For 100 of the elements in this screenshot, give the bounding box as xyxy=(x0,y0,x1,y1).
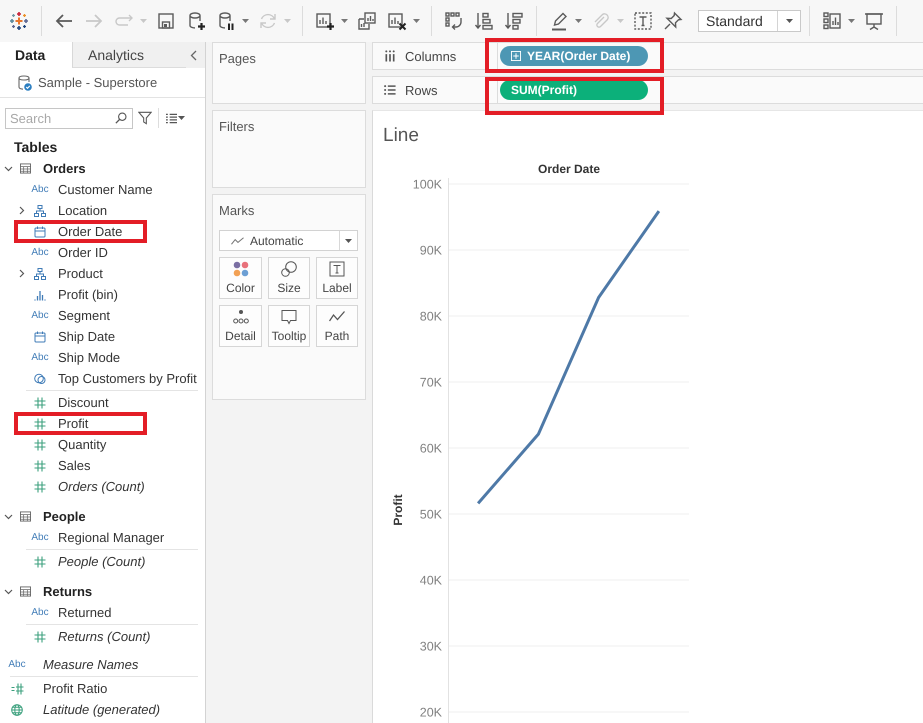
size-circles-icon xyxy=(281,261,297,277)
string-type-label: Abc xyxy=(31,246,49,258)
database-check-icon xyxy=(18,74,32,90)
hash-icon xyxy=(34,418,46,430)
field-item[interactable]: Abc Segment xyxy=(0,305,205,326)
caret-icon[interactable] xyxy=(575,19,582,23)
save-icon[interactable] xyxy=(156,11,176,31)
text-box-icon[interactable] xyxy=(633,11,653,31)
field-item[interactable]: Order Date xyxy=(0,221,205,242)
chevron-down-icon[interactable] xyxy=(4,166,13,172)
cards-chart-icon[interactable] xyxy=(822,11,842,31)
sort-ascending-icon[interactable] xyxy=(474,11,494,31)
field-item[interactable]: Profit Ratio xyxy=(0,678,205,699)
calendar-icon xyxy=(34,226,46,238)
field-item[interactable]: Orders (Count) xyxy=(0,476,205,497)
sheet-title: Line xyxy=(382,124,420,148)
calendar-icon xyxy=(34,330,46,342)
list-view-icon[interactable] xyxy=(165,112,178,124)
table-icon xyxy=(20,511,31,522)
table-item[interactable]: Orders xyxy=(0,158,205,179)
mark-type-dropdown[interactable]: Automatic xyxy=(219,230,358,251)
table-item[interactable]: People xyxy=(0,506,205,527)
pin-icon[interactable] xyxy=(663,11,683,31)
chevron-down-icon[interactable] xyxy=(4,514,13,520)
text-box-icon xyxy=(329,261,345,277)
filter-icon[interactable] xyxy=(138,111,152,125)
field-item[interactable]: People (Count) xyxy=(0,551,205,572)
chevron-right-icon[interactable] xyxy=(19,269,25,278)
field-item[interactable]: Abc Ship Mode xyxy=(0,347,205,368)
caret-icon[interactable] xyxy=(341,19,348,23)
field-item[interactable]: Product xyxy=(0,263,205,284)
string-type-label: Abc xyxy=(8,658,26,670)
color-button[interactable]: Color xyxy=(219,257,262,299)
caret-icon xyxy=(345,238,352,242)
y-tick-label: 60K xyxy=(420,442,442,456)
field-item[interactable]: Quantity xyxy=(0,434,205,455)
chevron-down-icon[interactable] xyxy=(4,588,13,594)
field-item[interactable]: Ship Date xyxy=(0,326,205,347)
y-tick-label: 50K xyxy=(420,508,442,522)
field-item[interactable]: Returns (Count) xyxy=(0,626,205,647)
hash-icon xyxy=(34,480,46,492)
y-tick-label: 20K xyxy=(420,706,442,720)
sort-descending-icon[interactable] xyxy=(504,11,524,31)
chart-plus-icon[interactable] xyxy=(315,11,335,31)
chart-x-icon[interactable] xyxy=(387,11,407,31)
table-item[interactable]: Returns xyxy=(0,581,205,602)
logo-icon[interactable] xyxy=(9,11,29,31)
detail-button[interactable]: Detail xyxy=(219,305,262,347)
field-item[interactable]: Latitude (generated) xyxy=(0,699,205,720)
tables-heading: Tables xyxy=(13,138,58,156)
hash-icon xyxy=(34,438,46,450)
hash-icon xyxy=(34,556,46,568)
shelf-label: Columns xyxy=(405,48,456,64)
field-item[interactable]: Location xyxy=(0,200,205,221)
hash-icon xyxy=(34,460,46,472)
field-item[interactable]: Abc Customer Name xyxy=(0,179,205,200)
chevron-right-icon[interactable] xyxy=(19,206,25,215)
swap-icon[interactable] xyxy=(444,11,464,31)
presentation-icon[interactable] xyxy=(864,11,884,31)
card-title: Filters xyxy=(219,119,254,135)
duplicate-chart-icon[interactable] xyxy=(357,11,377,31)
x-axis-title: Order Date xyxy=(538,162,600,176)
caret-icon xyxy=(786,19,792,23)
caret-icon[interactable] xyxy=(242,19,249,23)
size-button[interactable]: Size xyxy=(268,257,310,299)
caret-icon[interactable] xyxy=(848,19,855,23)
chevron-left-icon[interactable] xyxy=(190,50,197,60)
rows-icon xyxy=(384,84,396,96)
field-item[interactable]: Abc Order ID xyxy=(0,242,205,263)
detail-dots-icon xyxy=(232,309,248,325)
y-axis-title: Profit xyxy=(391,494,405,526)
hash-icon xyxy=(34,396,46,408)
pen-icon[interactable] xyxy=(549,11,569,31)
table-icon xyxy=(20,163,31,174)
data-source-name[interactable]: Sample - Superstore xyxy=(38,75,158,90)
path-button[interactable]: Path xyxy=(316,305,358,347)
pane-tab[interactable]: Analytics xyxy=(72,42,186,68)
string-type-label: Abc xyxy=(31,310,49,322)
label-button[interactable]: Label xyxy=(316,257,358,299)
field-item[interactable]: Abc Returned xyxy=(0,602,205,623)
field-item[interactable]: Sales xyxy=(0,455,205,476)
table-icon xyxy=(20,586,31,597)
field-item[interactable]: Abc Measure Names xyxy=(0,654,205,675)
fit-dropdown[interactable]: Standard xyxy=(698,10,801,32)
field-item[interactable]: Profit xyxy=(0,413,205,434)
plus-box-icon[interactable] xyxy=(511,51,521,61)
caret-icon[interactable] xyxy=(178,116,185,120)
string-type-label: Abc xyxy=(31,184,49,196)
tooltip-button[interactable]: Tooltip xyxy=(268,305,310,347)
hash-icon xyxy=(34,630,46,642)
field-item[interactable]: Top Customers by Profit xyxy=(0,368,205,389)
field-item[interactable]: Abc Regional Manager xyxy=(0,527,205,548)
field-item[interactable]: Profit (bin) xyxy=(0,284,205,305)
search-field[interactable]: Search xyxy=(5,108,133,128)
histogram-icon xyxy=(34,288,46,300)
pane-tab[interactable]: Data xyxy=(0,42,72,68)
caret-icon[interactable] xyxy=(413,19,420,23)
field-item[interactable]: Discount xyxy=(0,392,205,413)
y-tick-label: 100K xyxy=(412,178,442,192)
globe-icon xyxy=(11,704,23,716)
